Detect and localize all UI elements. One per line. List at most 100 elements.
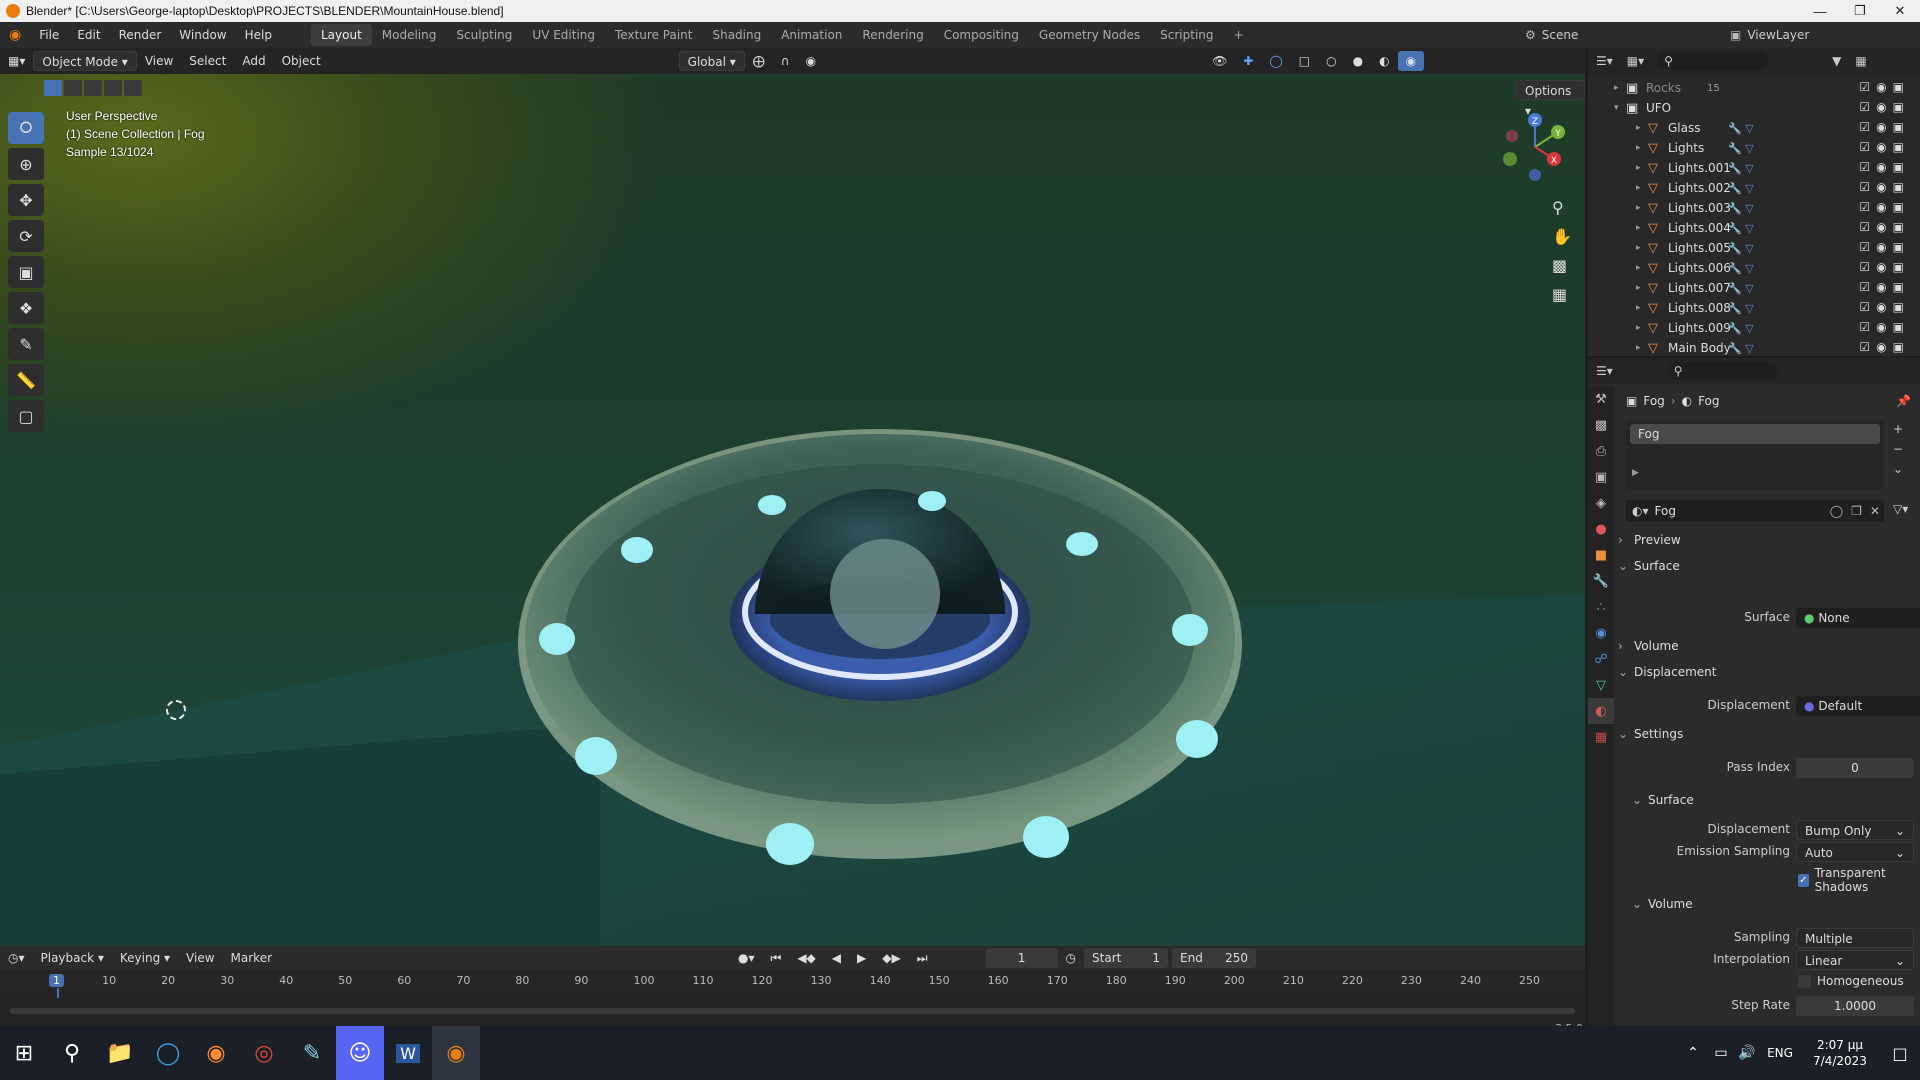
homogeneous-checkbox[interactable]: Homogeneous — [1798, 974, 1904, 988]
menu-object[interactable]: Object — [274, 51, 329, 71]
expand-arrow-icon[interactable]: ▾ — [1614, 103, 1626, 113]
solid-shading-icon[interactable]: ● — [1345, 51, 1371, 71]
visibility-icon[interactable]: 👁 — [1204, 51, 1235, 71]
jump-start-icon[interactable]: ⏮ — [763, 948, 790, 968]
workspace-tab-uv-editing[interactable]: UV Editing — [522, 24, 605, 46]
settings-surface-subsection[interactable]: ⌄ Surface — [1632, 788, 1920, 812]
visibility-toggles-icon[interactable]: ☑◉▣ — [1859, 140, 1910, 154]
blender-taskbar-icon[interactable]: ◉ — [432, 1026, 480, 1080]
interpolation-dropdown[interactable]: Linear ⌄ — [1796, 950, 1914, 970]
workspace-tab-scripting[interactable]: Scripting — [1150, 24, 1223, 46]
outliner-row[interactable]: ▸ ▽ Lights.003 🔧 ▽ ☑◉▣ — [1588, 198, 1920, 218]
select-tool-icon[interactable]: ⭘ — [8, 112, 44, 144]
menu-file[interactable]: File — [30, 22, 68, 48]
expand-arrow-icon[interactable]: ▸ — [1614, 83, 1626, 93]
slot-expand-icon[interactable]: ▶ — [1632, 468, 1639, 478]
blender-menu-icon[interactable]: ◉ — [0, 22, 30, 48]
outliner-row[interactable]: ▸ ▽ Lights.006 🔧 ▽ ☑◉▣ — [1588, 258, 1920, 278]
outliner-search-input[interactable]: ⚲ — [1658, 52, 1769, 70]
playhead[interactable] — [57, 988, 59, 998]
modifier-data-icon[interactable]: 🔧 ▽ — [1728, 342, 1754, 355]
select-box-mode-icon[interactable] — [44, 80, 62, 96]
current-frame-field[interactable]: 1 — [985, 948, 1058, 968]
close-button[interactable]: ✕ — [1880, 0, 1920, 22]
pin-icon[interactable]: 📌 — [1896, 394, 1911, 408]
edge-browser-icon[interactable]: ◯ — [144, 1026, 192, 1080]
material-tab-icon[interactable]: ◐ — [1588, 698, 1614, 724]
pivot-icon[interactable]: ⨁ — [745, 51, 773, 71]
displacement-field[interactable]: ● Default — [1796, 696, 1920, 716]
material-browse-icon[interactable]: ◐▾ — [1626, 504, 1655, 518]
overlay-toggle-icon[interactable]: ◯ — [1261, 51, 1290, 71]
3d-viewport[interactable]: Options ▾ User Perspective (1) Scene Col… — [0, 74, 1585, 946]
modifier-data-icon[interactable]: 🔧 ▽ — [1728, 322, 1754, 335]
modifier-data-icon[interactable]: 🔧 ▽ — [1728, 142, 1754, 155]
modifier-data-icon[interactable]: 🔧 ▽ — [1728, 282, 1754, 295]
select-subtract-mode-icon[interactable] — [84, 80, 102, 96]
outliner-row[interactable]: ▸ ▣ Rocks 15 ☑◉▣ — [1588, 78, 1920, 98]
menu-help[interactable]: Help — [236, 22, 281, 48]
material-shading-icon[interactable]: ◐ — [1371, 51, 1397, 71]
surface-section[interactable]: ⌄ Surface — [1618, 554, 1914, 578]
texture-tab-icon[interactable]: ▦ — [1588, 724, 1614, 750]
expand-arrow-icon[interactable]: ▸ — [1636, 123, 1648, 133]
workspace-tab-compositing[interactable]: Compositing — [934, 24, 1029, 46]
properties-search-input[interactable]: ⚲ — [1667, 362, 1778, 380]
orientation-selector[interactable]: Global ▾ — [678, 51, 745, 71]
workspace-tab-modeling[interactable]: Modeling — [372, 24, 447, 46]
prev-keyframe-icon[interactable]: ◀◆ — [789, 948, 823, 968]
start-frame-field[interactable]: Start 1 — [1084, 948, 1169, 968]
volume-icon[interactable]: 🔊 — [1734, 1026, 1760, 1080]
transparent-shadows-checkbox[interactable]: ✓ Transparent Shadows — [1798, 866, 1920, 894]
grid-perspective-icon[interactable]: ▦ — [1552, 285, 1572, 304]
modifier-data-icon[interactable]: 🔧 ▽ — [1728, 222, 1754, 235]
settings-volume-subsection[interactable]: ⌄ Volume — [1632, 892, 1920, 916]
transform-tool-icon[interactable]: ❖ — [8, 292, 44, 324]
visibility-toggles-icon[interactable]: ☑◉▣ — [1859, 320, 1910, 334]
material-slot-fog[interactable]: Fog — [1630, 424, 1880, 444]
wireframe-shading-icon[interactable]: ○ — [1318, 51, 1344, 71]
view-layer-tab-icon[interactable]: ▣ — [1588, 464, 1614, 490]
outliner-row[interactable]: ▸ ▽ Lights 🔧 ▽ ☑◉▣ — [1588, 138, 1920, 158]
editor-type-icon[interactable]: ▦▾ — [0, 51, 33, 71]
unlink-material-icon[interactable]: ✕ — [1866, 504, 1884, 518]
menu-view[interactable]: View — [137, 51, 181, 71]
material-datablock[interactable]: ◐▾ Fog ◯ ❐ ✕ — [1626, 500, 1884, 522]
outliner-row[interactable]: ▸ ▽ Lights.007 🔧 ▽ ☑◉▣ — [1588, 278, 1920, 298]
battery-icon[interactable]: ▭ — [1708, 1026, 1734, 1080]
scene-tab-icon[interactable]: ◈ — [1588, 490, 1614, 516]
chrome-icon[interactable]: ◎ — [240, 1026, 288, 1080]
outliner-row[interactable]: ▸ ▽ Lights.008 🔧 ▽ ☑◉▣ — [1588, 298, 1920, 318]
visibility-toggles-icon[interactable]: ☑◉▣ — [1859, 220, 1910, 234]
3d-cursor-icon[interactable] — [166, 700, 186, 720]
next-keyframe-icon[interactable]: ◆▶ — [874, 948, 908, 968]
duplicate-material-icon[interactable]: ❐ — [1847, 504, 1866, 518]
visibility-toggles-icon[interactable]: ☑◉▣ — [1859, 180, 1910, 194]
material-filter-icon[interactable]: ▽▾ — [1893, 502, 1908, 516]
outliner-row[interactable]: ▸ ▽ Lights.005 🔧 ▽ ☑◉▣ — [1588, 238, 1920, 258]
word-icon[interactable]: W — [384, 1026, 432, 1080]
notepad-icon[interactable]: ✎ — [288, 1026, 336, 1080]
visibility-toggles-icon[interactable]: ☑◉▣ — [1859, 100, 1910, 114]
play-reverse-icon[interactable]: ◀ — [824, 948, 849, 968]
modifier-data-icon[interactable]: 🔧 ▽ — [1728, 202, 1754, 215]
expand-arrow-icon[interactable]: ▸ — [1636, 183, 1648, 193]
minimize-button[interactable]: — — [1800, 0, 1840, 22]
zoom-icon[interactable]: ⚲ — [1552, 198, 1572, 217]
workspace-tab-sculpting[interactable]: Sculpting — [446, 24, 522, 46]
outliner-row[interactable]: ▸ ▽ Lights.009 🔧 ▽ ☑◉▣ — [1588, 318, 1920, 338]
scene-selector[interactable]: ⚙ Scene — [1525, 25, 1585, 45]
volume-section[interactable]: › Volume — [1618, 634, 1914, 658]
add-workspace-button[interactable]: + — [1224, 24, 1254, 46]
scale-tool-icon[interactable]: ▣ — [8, 256, 44, 288]
outliner-editor-icon[interactable]: ☰▾ — [1596, 54, 1613, 68]
visibility-toggles-icon[interactable]: ☑◉▣ — [1859, 260, 1910, 274]
viewlayer-selector[interactable]: ▣ ViewLayer — [1730, 25, 1920, 45]
timeline-ruler[interactable]: 1 10 20 30 40 50 60 70 80 90 100 110 120 130 140 150 160… — [0, 970, 1585, 998]
expand-arrow-icon[interactable]: ▸ — [1636, 223, 1648, 233]
snap-icon[interactable]: ∩ — [773, 51, 798, 71]
record-icon[interactable]: ●▾ — [730, 948, 763, 968]
modifier-data-icon[interactable]: 🔧 ▽ — [1728, 182, 1754, 195]
expand-arrow-icon[interactable]: ▸ — [1636, 243, 1648, 253]
filter-icon[interactable]: ▼ — [1832, 54, 1841, 68]
